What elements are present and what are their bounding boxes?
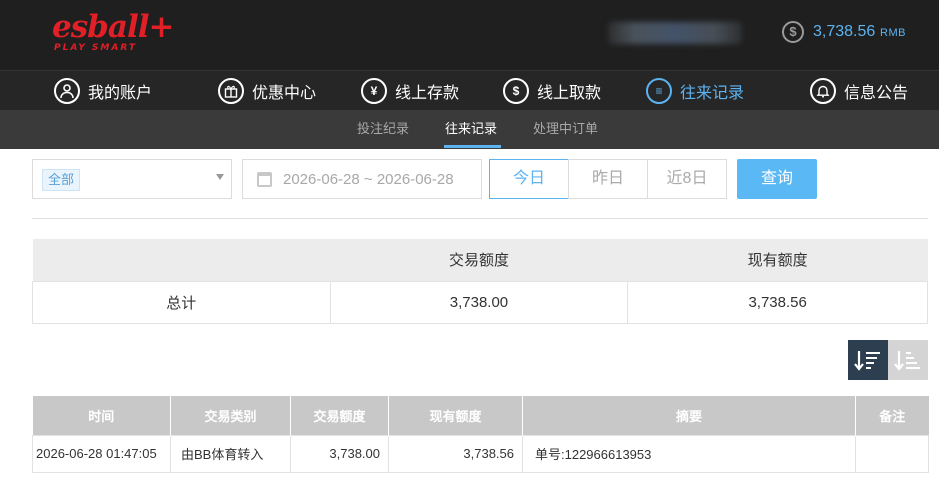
- records-header-row: 时间 交易类别 交易额度 现有额度 摘要 备注: [32, 396, 929, 435]
- divider: [32, 218, 928, 219]
- table-row: 2026-06-28 01:47:05 由BB体育转入 3,738.00 3,7…: [32, 434, 929, 473]
- nav-promotions-label: 优惠中心: [252, 85, 317, 102]
- records-icon: ≡: [646, 78, 672, 104]
- user-icon: [54, 78, 80, 104]
- cell-summary: 单号:122966613953: [522, 434, 856, 473]
- summary-total-label: 总计: [32, 280, 331, 324]
- cell-amount: 3,738.00: [290, 434, 389, 473]
- date-range-picker[interactable]: 2026-06-28 ~ 2026-06-28: [242, 159, 482, 199]
- nav-deposit-label: 线上存款: [395, 85, 460, 102]
- nav-my-account[interactable]: 我的账户: [54, 75, 152, 107]
- category-selected-tag[interactable]: 全部: [42, 169, 81, 191]
- last-8-days-button[interactable]: 近8日: [647, 159, 727, 199]
- cell-time: 2026-06-28 01:47:05: [32, 434, 171, 473]
- sort-ascending-icon: [894, 351, 920, 371]
- balance-unit: RMB: [880, 27, 906, 39]
- col-header-time[interactable]: 时间: [32, 396, 171, 435]
- sub-nav: 投注纪录 往来记录 处理中订单: [0, 110, 939, 149]
- nav-announcements[interactable]: 信息公告: [810, 75, 908, 107]
- sort-descending-button[interactable]: [848, 340, 888, 380]
- active-tab-indicator: [444, 145, 501, 148]
- summary-total-balance: 3,738.56: [627, 280, 928, 324]
- balance-amount: 3,738.56: [813, 23, 876, 40]
- bell-icon: [810, 78, 836, 104]
- col-header-balance[interactable]: 现有额度: [388, 396, 523, 435]
- cell-type: 由BB体育转入: [170, 434, 291, 473]
- nav-my-account-label: 我的账户: [88, 85, 153, 102]
- nav-deposit[interactable]: ¥ 线上存款: [361, 75, 459, 107]
- sort-ascending-button[interactable]: [888, 340, 928, 380]
- summary-table: 交易额度 现有额度 总计 3,738.00 3,738.56: [32, 239, 928, 324]
- logo-text: esball+: [52, 9, 174, 45]
- top-header: esball+ PLAY SMART $ 3,738.56 RMB: [0, 0, 939, 70]
- tab-transaction-records[interactable]: 往来记录: [445, 110, 497, 149]
- gift-icon: [218, 78, 244, 104]
- nav-announcements-label: 信息公告: [844, 85, 909, 102]
- date-range-text: 2026-06-28 ~ 2026-06-28: [283, 171, 454, 188]
- tab-bet-records[interactable]: 投注纪录: [357, 110, 409, 149]
- main-nav: 我的账户 优惠中心 ¥ 线上存款 $ 线上取款 ≡ 往来记录 信息公告: [0, 70, 939, 110]
- nav-records-label: 往来记录: [680, 85, 745, 102]
- nav-promotions[interactable]: 优惠中心: [218, 75, 316, 107]
- cell-balance: 3,738.56: [388, 434, 523, 473]
- summary-header-row: 交易额度 现有额度: [32, 239, 928, 281]
- records-table: 时间 交易类别 交易额度 现有额度 摘要 备注 2026-06-28 01:47…: [32, 396, 929, 473]
- cell-remark: [855, 434, 929, 473]
- chevron-down-icon: [216, 174, 224, 180]
- col-header-type[interactable]: 交易类别: [170, 396, 291, 435]
- nav-withdraw-label: 线上取款: [537, 85, 602, 102]
- col-header-amount[interactable]: 交易额度: [290, 396, 389, 435]
- tab-pending-orders[interactable]: 处理中订单: [533, 110, 598, 149]
- summary-header-blank: [32, 239, 331, 281]
- yesterday-button[interactable]: 昨日: [568, 159, 648, 199]
- col-header-remark[interactable]: 备注: [855, 396, 929, 435]
- username-blurred: [608, 22, 742, 44]
- category-select[interactable]: 全部: [32, 159, 232, 199]
- logo-tagline: PLAY SMART: [54, 43, 137, 53]
- sort-descending-icon: [854, 351, 880, 371]
- dollar-coin-icon: $: [782, 21, 804, 43]
- summary-header-amount: 交易额度: [330, 239, 628, 281]
- calendar-icon: [257, 172, 272, 187]
- summary-row: 总计 3,738.00 3,738.56: [32, 280, 928, 324]
- deposit-icon: ¥: [361, 78, 387, 104]
- col-header-summary[interactable]: 摘要: [522, 396, 856, 435]
- nav-records[interactable]: ≡ 往来记录: [646, 75, 744, 107]
- today-button[interactable]: 今日: [489, 159, 569, 199]
- summary-total-amount: 3,738.00: [329, 280, 629, 324]
- summary-header-balance: 现有额度: [627, 239, 928, 281]
- query-button[interactable]: 查询: [737, 159, 817, 199]
- nav-withdraw[interactable]: $ 线上取款: [503, 75, 601, 107]
- esball-logo[interactable]: esball+ PLAY SMART: [52, 10, 174, 56]
- withdraw-icon: $: [503, 78, 529, 104]
